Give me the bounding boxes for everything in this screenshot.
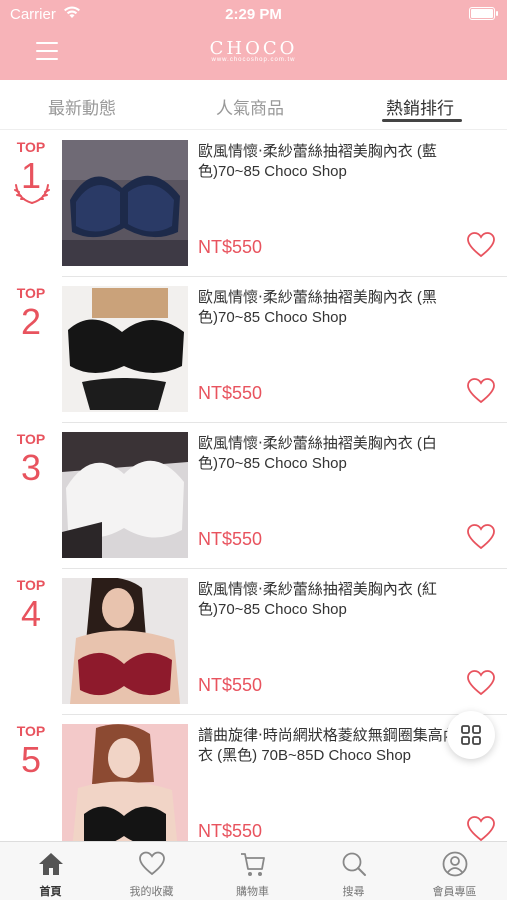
rank-top-label: TOP: [16, 285, 46, 301]
nav-search[interactable]: 搜尋: [303, 842, 404, 900]
heart-icon[interactable]: [466, 523, 496, 551]
nav-label: 我的收藏: [129, 886, 174, 898]
home-icon: [39, 853, 63, 875]
product-title[interactable]: 譜曲旋律‧時尚網狀格菱紋無鋼圈集高內衣 (黑色) 70B~85D Choco S…: [198, 726, 466, 766]
product-price: NT$550: [198, 529, 263, 549]
heart-icon[interactable]: [466, 377, 496, 405]
list-item[interactable]: TOP 2 歐風情懷‧柔紗蕾絲抽褶美胸內衣 (黑色)70~85 Choco Sh…: [0, 277, 507, 423]
product-image[interactable]: [62, 286, 188, 412]
nav-home[interactable]: 首頁: [0, 842, 101, 900]
product-price: NT$550: [198, 383, 263, 403]
list-item[interactable]: TOP 5 譜曲旋律‧時尚網狀格菱紋無鋼圈集高內衣 (黑色) 70B~85D C…: [0, 715, 507, 841]
rank-number: 4: [20, 593, 42, 634]
list-item[interactable]: TOP 1 歐風情懷‧柔紗蕾絲抽褶美胸內衣 (藍色)70~85 Choco Sh…: [0, 131, 507, 277]
nav-favorites[interactable]: 我的收藏: [101, 842, 202, 900]
app-header: Carrier 2:29 PM CHOCO www.chocoshop.com.…: [0, 0, 507, 80]
product-title[interactable]: 歐風情懷‧柔紗蕾絲抽褶美胸內衣 (白色)70~85 Choco Shop: [198, 434, 466, 474]
cart-icon: [241, 853, 265, 876]
rank-top-label: TOP: [16, 139, 46, 155]
grid-view-button[interactable]: [447, 711, 495, 759]
grid-icon: [461, 725, 481, 745]
status-time: 2:29 PM: [225, 6, 282, 23]
list-item[interactable]: TOP 4 歐風情懷‧柔紗蕾絲抽褶美胸內衣 (紅色)70~85 Choco Sh…: [0, 569, 507, 715]
heart-icon[interactable]: [466, 815, 496, 841]
nav-label: 會員專區: [432, 886, 477, 898]
category-tabs: 最新動態 人氣商品 熱銷排行: [0, 80, 507, 130]
logo-text: CHOCO: [209, 38, 298, 59]
rank-number: 3: [20, 447, 42, 488]
product-title[interactable]: 歐風情懷‧柔紗蕾絲抽褶美胸內衣 (紅色)70~85 Choco Shop: [198, 580, 466, 620]
brand-logo[interactable]: CHOCO www.chocoshop.com.tw: [0, 38, 507, 63]
product-image[interactable]: [62, 724, 188, 841]
laurel-icon: [14, 184, 50, 204]
nav-label: 搜尋: [342, 886, 365, 898]
bottom-nav: 首頁 我的收藏 購物車 搜尋 會員專區: [0, 841, 507, 900]
tab-latest[interactable]: 最新動態: [48, 94, 116, 119]
nav-cart[interactable]: 購物車: [202, 842, 303, 900]
product-title[interactable]: 歐風情懷‧柔紗蕾絲抽褶美胸內衣 (藍色)70~85 Choco Shop: [198, 142, 466, 182]
ranking-list: TOP 1 歐風情懷‧柔紗蕾絲抽褶美胸內衣 (藍色)70~85 Choco Sh…: [0, 131, 507, 841]
tab-bestseller[interactable]: 熱銷排行: [386, 94, 454, 119]
active-tab-indicator: [382, 119, 462, 122]
nav-member[interactable]: 會員專區: [404, 842, 505, 900]
status-bar: Carrier 2:29 PM: [0, 0, 507, 28]
tab-popular[interactable]: 人氣商品: [216, 94, 284, 119]
product-price: NT$550: [198, 237, 263, 257]
battery-icon: [469, 7, 498, 20]
heart-icon: [139, 851, 165, 876]
logo-subtext: www.chocoshop.com.tw: [211, 57, 296, 63]
heart-icon[interactable]: [466, 231, 496, 259]
product-image[interactable]: [62, 578, 188, 704]
product-title[interactable]: 歐風情懷‧柔紗蕾絲抽褶美胸內衣 (黑色)70~85 Choco Shop: [198, 288, 466, 328]
rank-top-label: TOP: [16, 431, 46, 447]
nav-label: 首頁: [39, 886, 62, 898]
list-item[interactable]: TOP 3 歐風情懷‧柔紗蕾絲抽褶美胸內衣 (白色)70~85 Choco Sh…: [0, 423, 507, 569]
user-icon: [442, 851, 468, 877]
product-price: NT$550: [198, 675, 263, 695]
product-price: NT$550: [198, 821, 263, 841]
product-image[interactable]: [62, 432, 188, 558]
rank-top-label: TOP: [16, 577, 46, 593]
rank-number: 2: [20, 301, 42, 342]
rank-top-label: TOP: [16, 723, 46, 739]
product-image[interactable]: [62, 140, 188, 266]
nav-label: 購物車: [236, 886, 269, 898]
heart-icon[interactable]: [466, 669, 496, 697]
rank-number: 5: [20, 739, 42, 780]
search-icon: [342, 852, 366, 876]
